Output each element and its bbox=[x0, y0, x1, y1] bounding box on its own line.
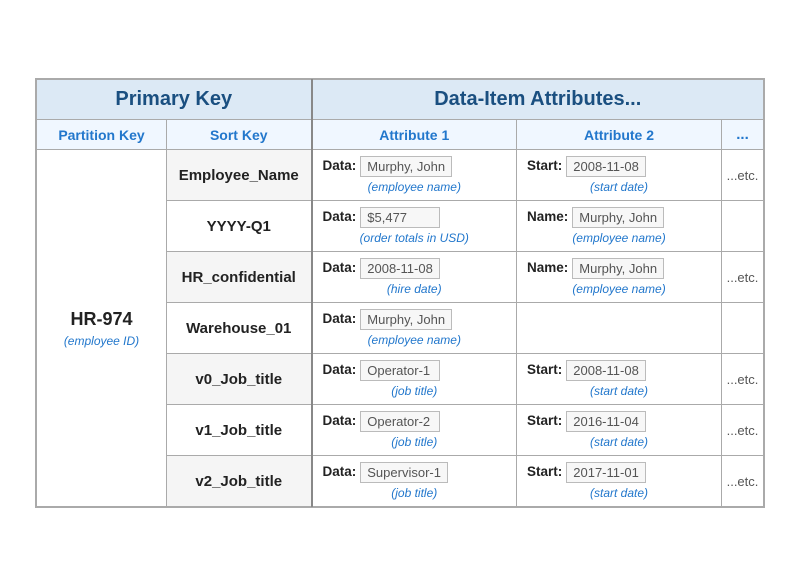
attr2-desc: (start date) bbox=[527, 180, 711, 194]
attr1-desc: (order totals in USD) bbox=[323, 231, 507, 245]
attr1-desc: (employee name) bbox=[323, 333, 507, 347]
partition-description: (employee ID) bbox=[37, 334, 166, 348]
more-cell: ...etc. bbox=[722, 456, 764, 507]
attr1-label: Data: bbox=[323, 462, 357, 479]
attr1-desc: (employee name) bbox=[323, 180, 507, 194]
attr2-value: 2008-11-08 bbox=[566, 360, 646, 381]
more-cell: ...etc. bbox=[722, 150, 764, 201]
attr1-value: Murphy, John bbox=[360, 309, 452, 330]
attribute1-cell: Data: Supervisor-1 (job title) bbox=[312, 456, 517, 507]
attr2-row: Start: 2017-11-01 bbox=[527, 462, 711, 483]
attr1-row: Data: Supervisor-1 bbox=[323, 462, 507, 483]
sort-key-cell: v0_Job_title bbox=[167, 354, 312, 405]
attr1-desc: (hire date) bbox=[323, 282, 507, 296]
attr2-row: Name: Murphy, John bbox=[527, 207, 711, 228]
attr2-value: 2008-11-08 bbox=[566, 156, 646, 177]
attr2-label: Start: bbox=[527, 360, 562, 377]
attr2-value: Murphy, John bbox=[572, 258, 664, 279]
attr2-value: 2017-11-01 bbox=[566, 462, 646, 483]
sort-key-col-header: Sort Key bbox=[167, 120, 312, 150]
attr2-row: Start: 2016-11-04 bbox=[527, 411, 711, 432]
attribute2-cell: Name: Murphy, John (employee name) bbox=[517, 252, 722, 303]
attr2-row: Name: Murphy, John bbox=[527, 258, 711, 279]
attr1-value: 2008-11-08 bbox=[360, 258, 440, 279]
attr2-desc: (start date) bbox=[527, 486, 711, 500]
more-cell: ...etc. bbox=[722, 405, 764, 456]
header-row-2: Partition Key Sort Key Attribute 1 Attri… bbox=[37, 120, 764, 150]
sort-key-cell: Employee_Name bbox=[167, 150, 312, 201]
attribute1-cell: Data: Operator-2 (job title) bbox=[312, 405, 517, 456]
sort-key-cell: v1_Job_title bbox=[167, 405, 312, 456]
data-item-attributes-header: Data-Item Attributes... bbox=[312, 80, 764, 120]
attr2-desc: (employee name) bbox=[527, 282, 711, 296]
attr1-row: Data: Murphy, John bbox=[323, 309, 507, 330]
attr1-value: $5,477 bbox=[360, 207, 440, 228]
attribute2-cell: Start: 2008-11-08 (start date) bbox=[517, 150, 722, 201]
attribute2-cell: Start: 2017-11-01 (start date) bbox=[517, 456, 722, 507]
attr1-label: Data: bbox=[323, 207, 357, 224]
attribute1-cell: Data: Murphy, John (employee name) bbox=[312, 150, 517, 201]
attribute1-cell: Data: 2008-11-08 (hire date) bbox=[312, 252, 517, 303]
attr1-label: Data: bbox=[323, 411, 357, 428]
attr2-label: Start: bbox=[527, 411, 562, 428]
more-cell bbox=[722, 303, 764, 354]
attr2-value: 2016-11-04 bbox=[566, 411, 646, 432]
attr2-desc: (employee name) bbox=[527, 231, 711, 245]
attribute1-cell: Data: Operator-1 (job title) bbox=[312, 354, 517, 405]
partition-key-cell: HR-974 (employee ID) bbox=[37, 150, 167, 507]
attribute1-col-header: Attribute 1 bbox=[312, 120, 517, 150]
attribute1-cell: Data: $5,477 (order totals in USD) bbox=[312, 201, 517, 252]
attr1-row: Data: Operator-1 bbox=[323, 360, 507, 381]
attr1-value: Murphy, John bbox=[360, 156, 452, 177]
attribute1-cell: Data: Murphy, John (employee name) bbox=[312, 303, 517, 354]
attr1-label: Data: bbox=[323, 156, 357, 173]
sort-key-cell: HR_confidential bbox=[167, 252, 312, 303]
main-table-wrapper: Primary Key Data-Item Attributes... Part… bbox=[35, 78, 765, 508]
attr1-value: Supervisor-1 bbox=[360, 462, 448, 483]
attr1-desc: (job title) bbox=[323, 435, 507, 449]
attr1-row: Data: $5,477 bbox=[323, 207, 507, 228]
more-col-header: ... bbox=[722, 120, 764, 150]
more-cell: ...etc. bbox=[722, 354, 764, 405]
attr1-row: Data: Murphy, John bbox=[323, 156, 507, 177]
attribute2-col-header: Attribute 2 bbox=[517, 120, 722, 150]
attribute2-cell: Name: Murphy, John (employee name) bbox=[517, 201, 722, 252]
attr1-value: Operator-2 bbox=[360, 411, 440, 432]
attr2-label: Name: bbox=[527, 207, 568, 224]
attr2-value: Murphy, John bbox=[572, 207, 664, 228]
attr2-row: Start: 2008-11-08 bbox=[527, 360, 711, 381]
attr1-label: Data: bbox=[323, 309, 357, 326]
sort-key-cell: YYYY-Q1 bbox=[167, 201, 312, 252]
partition-value: HR-974 bbox=[37, 309, 166, 330]
attr2-label: Start: bbox=[527, 462, 562, 479]
attr2-desc: (start date) bbox=[527, 435, 711, 449]
sort-key-cell: v2_Job_title bbox=[167, 456, 312, 507]
attribute2-cell: Start: 2016-11-04 (start date) bbox=[517, 405, 722, 456]
table-row: HR-974(employee ID)Employee_Name Data: M… bbox=[37, 150, 764, 201]
attr1-row: Data: Operator-2 bbox=[323, 411, 507, 432]
attr1-label: Data: bbox=[323, 360, 357, 377]
attribute2-cell: Start: 2008-11-08 (start date) bbox=[517, 354, 722, 405]
attr1-desc: (job title) bbox=[323, 384, 507, 398]
attr2-row: Start: 2008-11-08 bbox=[527, 156, 711, 177]
sort-key-cell: Warehouse_01 bbox=[167, 303, 312, 354]
attr2-label: Start: bbox=[527, 156, 562, 173]
attr1-label: Data: bbox=[323, 258, 357, 275]
attr1-value: Operator-1 bbox=[360, 360, 440, 381]
partition-key-col-header: Partition Key bbox=[37, 120, 167, 150]
attr2-desc: (start date) bbox=[527, 384, 711, 398]
more-cell bbox=[722, 201, 764, 252]
attr1-desc: (job title) bbox=[323, 486, 507, 500]
attribute2-cell bbox=[517, 303, 722, 354]
attr2-label: Name: bbox=[527, 258, 568, 275]
primary-key-header: Primary Key bbox=[37, 80, 312, 120]
header-row-1: Primary Key Data-Item Attributes... bbox=[37, 80, 764, 120]
attr1-row: Data: 2008-11-08 bbox=[323, 258, 507, 279]
more-cell: ...etc. bbox=[722, 252, 764, 303]
